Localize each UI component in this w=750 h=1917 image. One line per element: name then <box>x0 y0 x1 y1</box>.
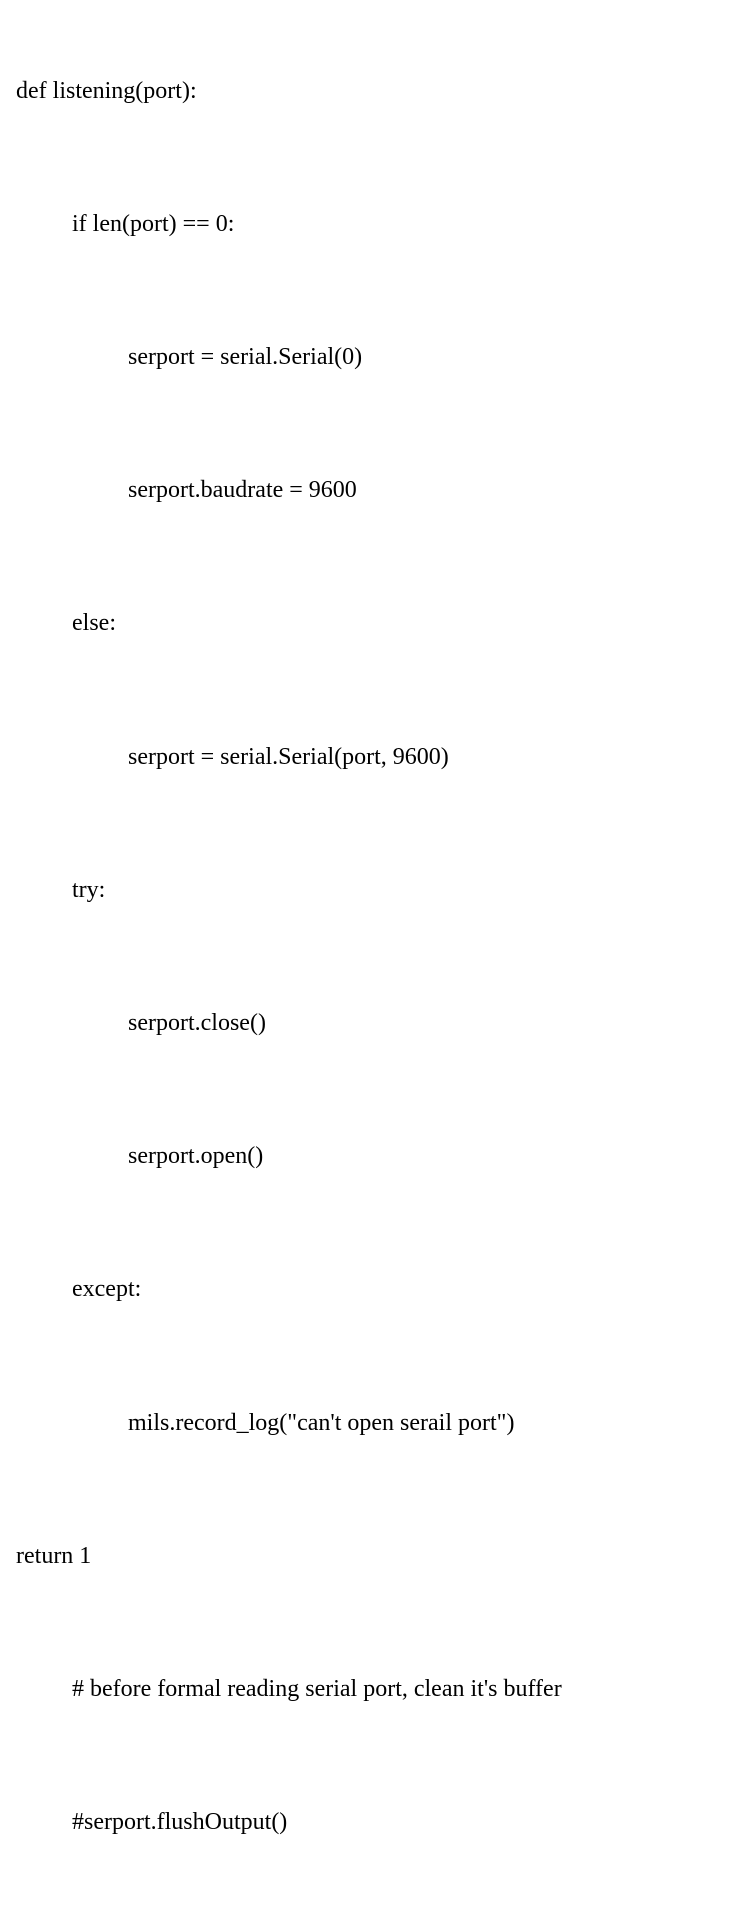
code-snippet: def listening(port): if len(port) == 0: … <box>16 10 734 1907</box>
code-line: try: <box>16 874 734 906</box>
code-line: # before formal reading serial port, cle… <box>16 1673 734 1705</box>
code-line: except: <box>16 1273 734 1305</box>
code-line: serport.open() <box>16 1140 734 1172</box>
code-line: serport = serial.Serial(port, 9600) <box>16 741 734 773</box>
code-line: serport.close() <box>16 1007 734 1039</box>
code-line: serport = serial.Serial(0) <box>16 341 734 373</box>
code-line: if len(port) == 0: <box>16 208 734 240</box>
code-line: mils.record_log("can't open serail port"… <box>16 1407 734 1439</box>
code-line: return 1 <box>16 1540 734 1572</box>
code-line: def listening(port): <box>16 75 734 107</box>
code-line: #serport.flushOutput() <box>16 1806 734 1838</box>
code-line: else: <box>16 607 734 639</box>
code-line: serport.baudrate = 9600 <box>16 474 734 506</box>
